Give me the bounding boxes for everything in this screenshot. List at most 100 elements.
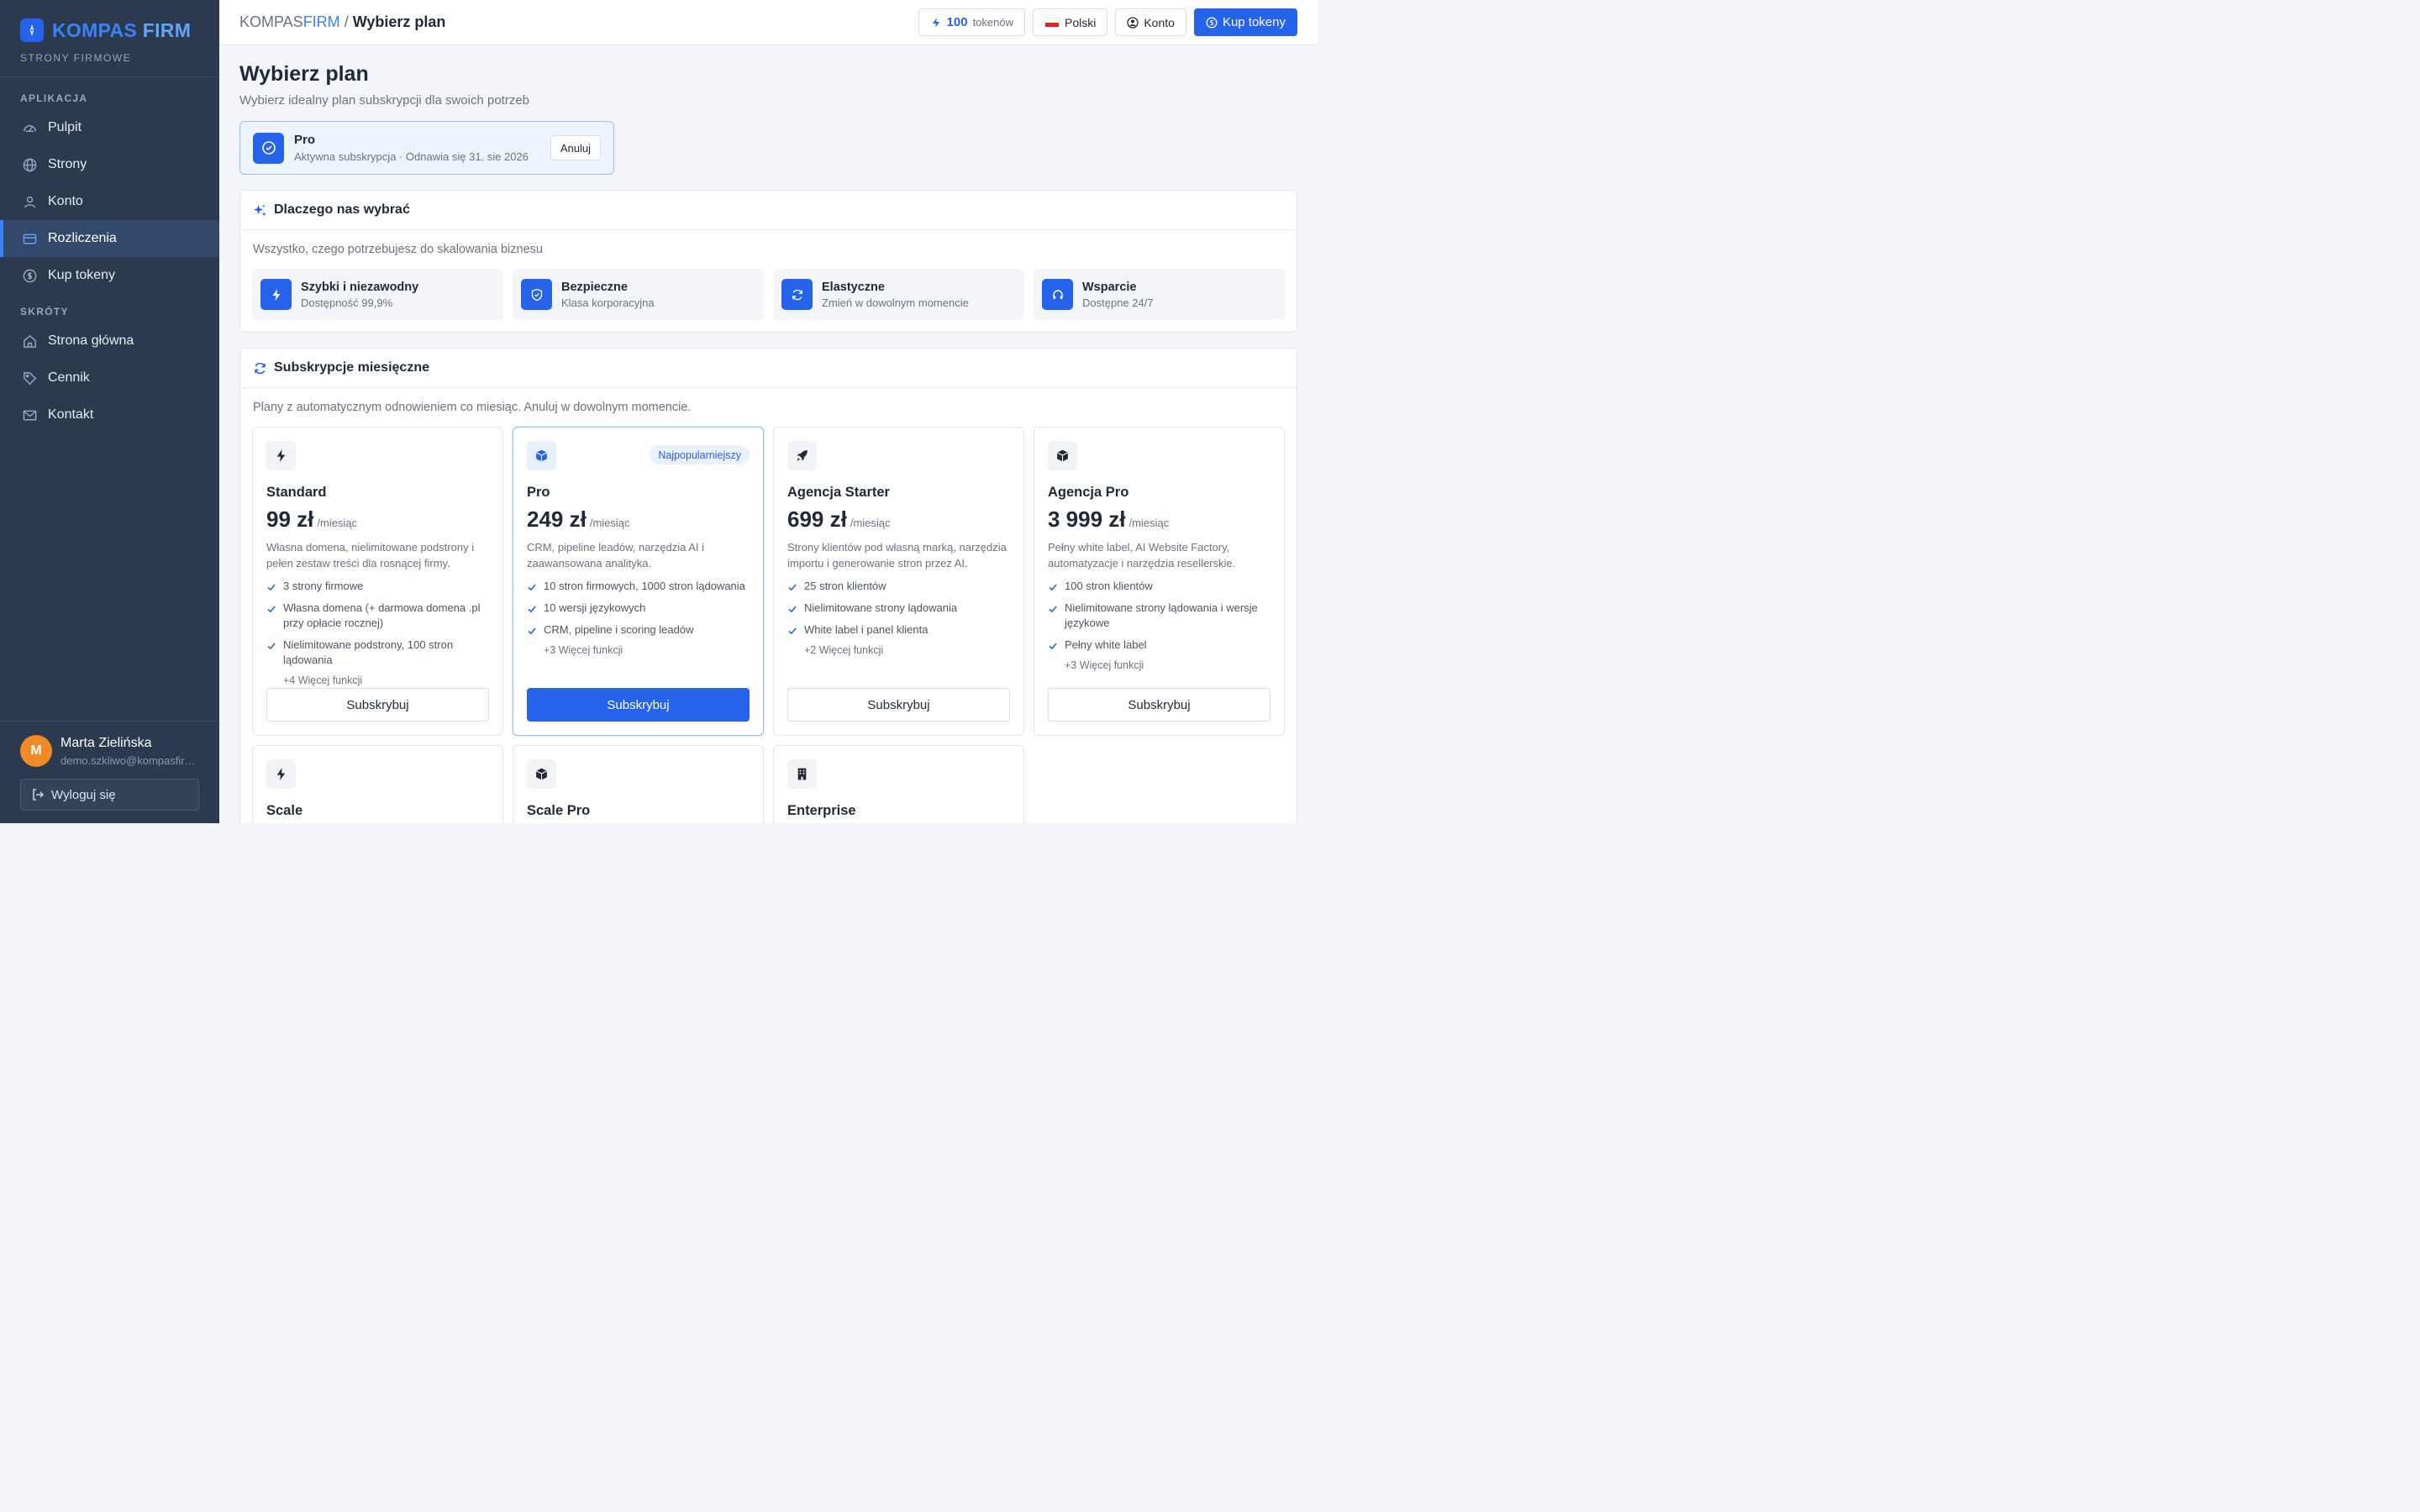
plan-grid: Standard 99 zł/miesiąc Własna domena, ni… [252, 427, 1285, 736]
monthly-subscriptions-card: Subskrypcje miesięczne Plany z automatyc… [239, 348, 1297, 823]
check-icon [267, 643, 276, 650]
sidebar-item-label: Kontakt [48, 407, 94, 422]
check-icon [528, 584, 536, 591]
why-us-subtitle: Wszystko, czego potrzebujesz do skalowan… [253, 243, 543, 256]
sidebar-item-kontakt[interactable]: Kontakt [0, 396, 219, 433]
more-features-link[interactable]: +3 Więcej funkcji [1065, 659, 1270, 671]
plan-description: Strony klientów pod własną marką, narzęd… [787, 541, 1007, 570]
list-item: 10 stron firmowych, 1000 stron lądowania [527, 579, 750, 594]
more-features-link[interactable]: +3 Więcej funkcji [544, 644, 750, 656]
breadcrumb-root[interactable]: KOMPASFIRM [239, 13, 340, 30]
monthly-title: Subskrypcje miesięczne [274, 360, 429, 375]
headset-icon [1042, 279, 1073, 310]
why-us-card: Dlaczego nas wybrać Wszystko, czego potr… [239, 190, 1297, 333]
sidebar-item-rozliczenia[interactable]: Rozliczenia [0, 220, 219, 257]
check-circle-icon [253, 132, 284, 164]
shield-icon [521, 279, 552, 310]
language-label: Polski [1064, 15, 1097, 29]
plan-period: /miesiąc [850, 517, 891, 529]
breadcrumb: KOMPASFIRM / Wybierz plan [239, 13, 911, 31]
check-icon [788, 627, 797, 635]
subscribe-button[interactable]: Subskrybuj [527, 688, 750, 722]
plan-description: Własna domena, nielimitowane podstrony i… [266, 541, 475, 570]
plan-card-agencja-pro: Agencja Pro 3 999 zł/miesiąc Pełny white… [1034, 427, 1285, 736]
nav-section-shortcuts: SKRÓTY [20, 306, 69, 318]
sidebar-item-strony[interactable]: Strony [0, 146, 219, 183]
plan-card-enterprise: Enterprise [773, 745, 1024, 823]
brand-subtitle: STRONY FIRMOWE [20, 52, 132, 64]
logout-button[interactable]: Wyloguj się [20, 779, 199, 811]
cube-icon [527, 441, 556, 470]
user-icon [24, 196, 35, 207]
bolt-icon [932, 17, 939, 28]
coin-icon [1206, 17, 1218, 28]
more-features-link[interactable]: +4 Więcej funkcji [283, 675, 489, 686]
main-content: Wybierz plan Wybierz idealny plan subskr… [219, 45, 1318, 823]
feature-desc: Dostępność 99,9% [301, 296, 393, 309]
cancel-subscription-button[interactable]: Anuluj [550, 135, 601, 160]
sidebar-item-konto[interactable]: Konto [0, 183, 219, 220]
sidebar-item-pulpit[interactable]: Pulpit [0, 109, 219, 146]
check-icon [1049, 606, 1057, 613]
bolt-icon [260, 279, 292, 310]
list-item: Własna domena (+ darmowa domena .pl przy… [266, 601, 489, 631]
check-icon [528, 606, 536, 613]
list-item: 25 stron klientów [787, 579, 1010, 594]
plan-name: Standard [266, 485, 327, 500]
subscribe-button[interactable]: Subskrybuj [1048, 688, 1270, 722]
tokens-balance-button[interactable]: 100 tokenów [918, 8, 1025, 36]
sparkles-icon [253, 203, 266, 216]
sidebar: KOMPAS FIRM STRONY FIRMOWE APLIKACJA Pul… [0, 0, 219, 823]
sidebar-item-strona-glowna[interactable]: Strona główna [0, 323, 219, 360]
plan-description: CRM, pipeline leadów, narzędzia AI i zaa… [527, 541, 705, 570]
plan-period: /miesiąc [317, 517, 358, 529]
plan-grid-second-row: Scale Scale Pro Enterprise [252, 745, 1285, 823]
user-info[interactable]: M Marta Zielińska demo.szkliwo@kompasfir… [20, 735, 199, 767]
active-plan-status: Aktywna subskrypcja · Odnawia się 31. si… [294, 150, 529, 163]
language-button[interactable]: Polski [1032, 8, 1108, 36]
brand-link[interactable]: KOMPAS FIRM [20, 18, 199, 42]
sidebar-item-kup-tokeny[interactable]: Kup tokeny [0, 257, 219, 294]
active-plan-banner: Pro Aktywna subskrypcja · Odnawia się 31… [239, 121, 614, 175]
active-plan-name: Pro [294, 133, 316, 147]
plan-features: 10 stron firmowych, 1000 stron lądowania… [527, 579, 750, 638]
monthly-header: Subskrypcje miesięczne [240, 349, 1297, 388]
list-item: 3 strony firmowe [266, 579, 489, 594]
buy-tokens-button[interactable]: Kup tokeny [1193, 8, 1297, 36]
cube-icon [527, 759, 556, 789]
feature-title: Elastyczne [822, 280, 885, 294]
brand: KOMPAS FIRM STRONY FIRMOWE [0, 0, 219, 77]
plan-card-scale-pro: Scale Pro [513, 745, 764, 823]
plan-features: 100 stron klientów Nielimitowane strony … [1048, 579, 1270, 653]
feature-title: Bezpieczne [561, 280, 628, 294]
subscribe-button[interactable]: Subskrybuj [787, 688, 1010, 722]
account-button[interactable]: Konto [1115, 8, 1186, 36]
more-features-link[interactable]: +2 Więcej funkcji [804, 644, 1010, 656]
page-subtitle: Wybierz idealny plan subskrypcji dla swo… [239, 93, 530, 108]
feature-item: Szybki i niezawodny Dostępność 99,9% [252, 269, 503, 320]
brand-name: KOMPAS FIRM [52, 18, 192, 41]
sidebar-item-cennik[interactable]: Cennik [0, 360, 219, 396]
mail-icon [23, 410, 37, 420]
feature-item: Wsparcie Dostępne 24/7 [1034, 269, 1285, 320]
plan-features: 3 strony firmowe Własna domena (+ darmow… [266, 579, 489, 668]
user-name: Marta Zielińska [60, 735, 152, 750]
feature-title: Szybki i niezawodny [301, 280, 419, 294]
coin-icon [23, 269, 37, 282]
feature-title: Wsparcie [1082, 280, 1137, 294]
topbar: KOMPASFIRM / Wybierz plan 100 tokenów Po… [219, 0, 1318, 45]
rocket-icon [787, 441, 817, 470]
nav-section-app: APLIKACJA [20, 92, 88, 104]
globe-icon [23, 158, 37, 171]
tokens-label: tokenów [972, 16, 1013, 29]
sidebar-item-label: Konto [48, 194, 83, 208]
plan-card-scale: Scale [252, 745, 503, 823]
sidebar-item-label: Strona główna [48, 333, 134, 348]
feature-desc: Dostępne 24/7 [1082, 296, 1154, 309]
plan-name: Enterprise [787, 803, 856, 818]
popular-badge: Najpopularniejszy [650, 445, 750, 465]
refresh-icon [255, 362, 266, 374]
check-icon [528, 627, 536, 635]
buy-tokens-label: Kup tokeny [1222, 15, 1286, 29]
subscribe-button[interactable]: Subskrybuj [266, 688, 489, 722]
